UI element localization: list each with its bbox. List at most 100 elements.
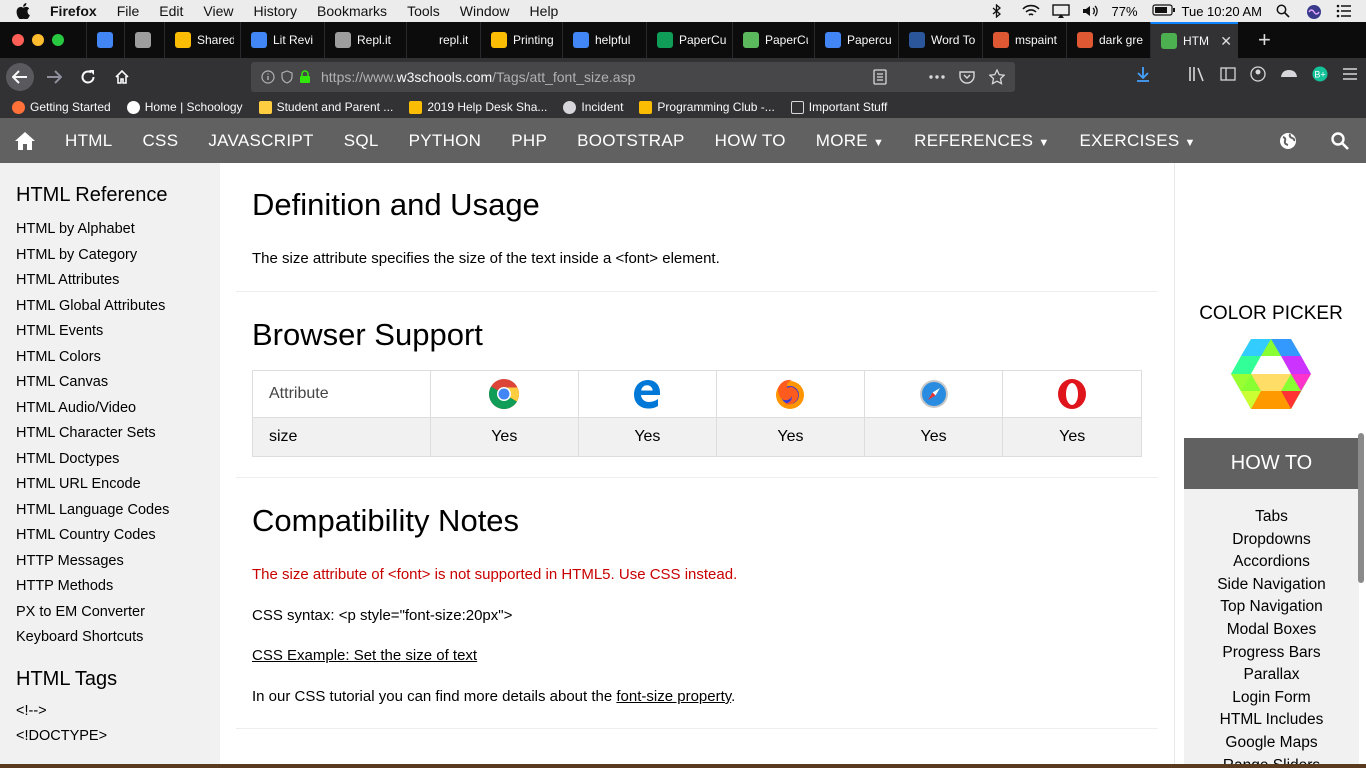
how-to-link[interactable]: Login Form [1184, 687, 1359, 710]
nav-references-dropdown[interactable]: REFERENCES ▼ [899, 131, 1064, 151]
close-tab-icon[interactable]: ✕ [1220, 33, 1232, 50]
globe-icon[interactable] [1279, 132, 1297, 150]
nav-more-dropdown[interactable]: MORE ▼ [801, 131, 899, 151]
back-button[interactable] [6, 63, 34, 91]
reload-button[interactable] [74, 63, 102, 91]
bookmark-item[interactable]: Programming Club -... [639, 100, 775, 114]
color-picker-hexagon-icon[interactable] [1231, 339, 1311, 409]
bookmark-item[interactable]: Incident [563, 100, 623, 114]
menu-firefox[interactable]: Firefox [50, 3, 97, 19]
nav-sql[interactable]: SQL [329, 131, 394, 151]
nav-html[interactable]: HTML [50, 131, 127, 151]
bookmark-item[interactable]: 2019 Help Desk Sha... [409, 100, 547, 114]
nav-python[interactable]: PYTHON [394, 131, 497, 151]
how-to-link[interactable]: Top Navigation [1184, 596, 1359, 619]
sidebar-link[interactable]: HTML URL Encode [16, 472, 220, 498]
sidebar-link[interactable]: HTML by Category [16, 243, 220, 269]
browser-tab[interactable]: Lit Revi [240, 22, 324, 58]
apple-icon[interactable] [16, 3, 32, 19]
color-picker-title[interactable]: COLOR PICKER [1175, 303, 1366, 325]
new-tab-button[interactable]: + [1258, 27, 1271, 53]
sidebar-link[interactable]: HTML Language Codes [16, 498, 220, 524]
how-to-link[interactable]: Google Maps [1184, 732, 1359, 755]
menu-file[interactable]: File [117, 3, 140, 19]
menu-history[interactable]: History [253, 3, 297, 19]
volume-icon[interactable] [1082, 4, 1098, 18]
browser-tab[interactable]: helpful [562, 22, 646, 58]
how-to-link[interactable]: Side Navigation [1184, 574, 1359, 597]
battery-icon[interactable] [1151, 4, 1175, 18]
menu-view[interactable]: View [203, 3, 233, 19]
sidebar-link[interactable]: HTML Doctypes [16, 447, 220, 473]
library-icon[interactable] [1188, 66, 1206, 82]
browser-tab[interactable] [124, 22, 164, 58]
account-icon[interactable] [1250, 66, 1266, 82]
browser-tab[interactable]: Repl.it [324, 22, 406, 58]
forward-button[interactable] [40, 63, 68, 91]
browser-tab[interactable]: PaperCu [732, 22, 814, 58]
siri-icon[interactable] [1306, 4, 1322, 19]
sidebar-link[interactable]: PX to EM Converter [16, 600, 220, 626]
minimize-window-button[interactable] [32, 34, 44, 46]
browser-tab[interactable]: Word To [898, 22, 982, 58]
sidebar-link[interactable]: HTML Global Attributes [16, 294, 220, 320]
menu-edit[interactable]: Edit [159, 3, 183, 19]
grammarly-extension-icon[interactable]: B+ [1312, 66, 1328, 82]
how-to-link[interactable]: Tabs [1184, 506, 1359, 529]
css-example-link[interactable]: CSS Example: Set the size of text [252, 647, 477, 664]
nav-how-to[interactable]: HOW TO [700, 131, 801, 151]
how-to-link[interactable]: HTML Includes [1184, 709, 1359, 732]
nav-php[interactable]: PHP [496, 131, 562, 151]
nav-javascript[interactable]: JAVASCRIPT [193, 131, 328, 151]
browser-tab[interactable]: Printing [480, 22, 562, 58]
nav-bootstrap[interactable]: BOOTSTRAP [562, 131, 700, 151]
sidebar-toggle-icon[interactable] [1220, 67, 1236, 81]
sidebar-link[interactable]: HTTP Messages [16, 549, 220, 575]
wifi-icon[interactable] [1021, 4, 1040, 18]
how-to-link[interactable]: Dropdowns [1184, 529, 1359, 552]
browser-tab[interactable]: mspaint [982, 22, 1066, 58]
menu-help[interactable]: Help [530, 3, 559, 19]
bookmark-item[interactable]: Student and Parent ... [258, 100, 393, 114]
sidebar-link[interactable]: HTML Character Sets [16, 421, 220, 447]
browser-tab[interactable]: repl.it [406, 22, 480, 58]
browser-tab[interactable]: PaperCu [646, 22, 732, 58]
how-to-link[interactable]: Accordions [1184, 551, 1359, 574]
url-bar[interactable]: https://www. w3schools.com/Tags/att_font_… [251, 62, 1015, 92]
sidebar-tag-link[interactable]: <!DOCTYPE> [16, 724, 220, 750]
bookmark-item[interactable]: Important Stuff [790, 100, 887, 114]
spotlight-search-icon[interactable] [1276, 4, 1292, 18]
menu-tools[interactable]: Tools [407, 3, 440, 19]
menu-bookmarks[interactable]: Bookmarks [317, 3, 387, 19]
sidebar-link[interactable]: HTML Audio/Video [16, 396, 220, 422]
airplay-icon[interactable] [1051, 4, 1070, 18]
extension-icon[interactable] [1280, 67, 1298, 81]
bluetooth-icon[interactable] [992, 3, 1008, 19]
sidebar-link[interactable]: HTML Events [16, 319, 220, 345]
hamburger-menu-icon[interactable] [1342, 67, 1358, 81]
browser-tab[interactable] [86, 22, 124, 58]
sidebar-link[interactable]: HTTP Methods [16, 574, 220, 600]
clock[interactable]: Tue 10:20 AM [1182, 4, 1262, 19]
sidebar-link[interactable]: HTML Canvas [16, 370, 220, 396]
sidebar-link[interactable]: HTML Colors [16, 345, 220, 371]
search-icon[interactable] [1331, 131, 1349, 150]
sidebar-link[interactable]: Keyboard Shortcuts [16, 625, 220, 651]
sidebar-tag-link[interactable]: <!--> [16, 699, 220, 725]
menu-window[interactable]: Window [460, 3, 510, 19]
browser-tab[interactable]: Shared [164, 22, 240, 58]
how-to-link[interactable]: Progress Bars [1184, 642, 1359, 665]
close-window-button[interactable] [12, 34, 24, 46]
page-scrollbar[interactable] [1358, 433, 1364, 583]
browser-tab[interactable]: dark gre [1066, 22, 1150, 58]
bookmark-item[interactable]: Getting Started [12, 100, 111, 114]
site-home-button[interactable] [0, 131, 50, 150]
sidebar-link[interactable]: HTML Country Codes [16, 523, 220, 549]
sidebar-link[interactable]: HTML by Alphabet [16, 217, 220, 243]
sidebar-link[interactable]: HTML Attributes [16, 268, 220, 294]
browser-tab[interactable]: HTM ✕ [1150, 22, 1238, 58]
how-to-link[interactable]: Parallax [1184, 664, 1359, 687]
how-to-link[interactable]: Modal Boxes [1184, 619, 1359, 642]
browser-tab[interactable]: Papercu [814, 22, 898, 58]
nav-exercises-dropdown[interactable]: EXERCISES ▼ [1065, 131, 1211, 151]
